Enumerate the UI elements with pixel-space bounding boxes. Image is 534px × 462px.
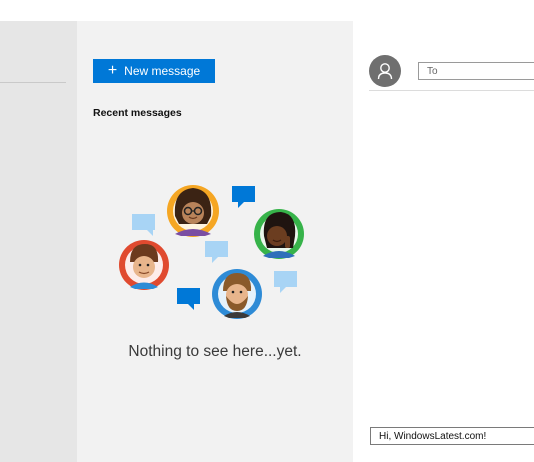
speech-bubble: [177, 288, 200, 310]
title-bar-strip: [0, 0, 77, 21]
left-pane: [0, 0, 77, 462]
new-message-label: New message: [124, 64, 201, 78]
plus-icon: +: [107, 62, 118, 79]
people-chat-illustration: [119, 185, 304, 319]
person-avatar: [212, 269, 262, 319]
message-input[interactable]: [370, 427, 534, 445]
conversation-list-pane: + New message Recent messages Nothing to…: [77, 0, 353, 462]
speech-bubble: [205, 241, 228, 263]
person-avatar: [167, 185, 219, 237]
speech-bubble: [232, 186, 255, 208]
speech-bubble: [274, 271, 297, 293]
person-avatar: [119, 240, 169, 290]
compose-pane: [353, 0, 534, 462]
title-bar-strip: [77, 0, 353, 21]
new-message-button[interactable]: + New message: [93, 59, 215, 83]
recipient-avatar: [369, 55, 401, 87]
person-avatar: [254, 209, 304, 259]
left-pane-divider: [0, 82, 66, 83]
person-icon: [377, 63, 393, 80]
speech-bubble: [132, 214, 155, 236]
recipient-divider: [369, 90, 534, 91]
to-input[interactable]: [418, 62, 534, 80]
empty-state-text: Nothing to see here...yet.: [128, 343, 302, 360]
recent-messages-heading: Recent messages: [93, 107, 182, 119]
